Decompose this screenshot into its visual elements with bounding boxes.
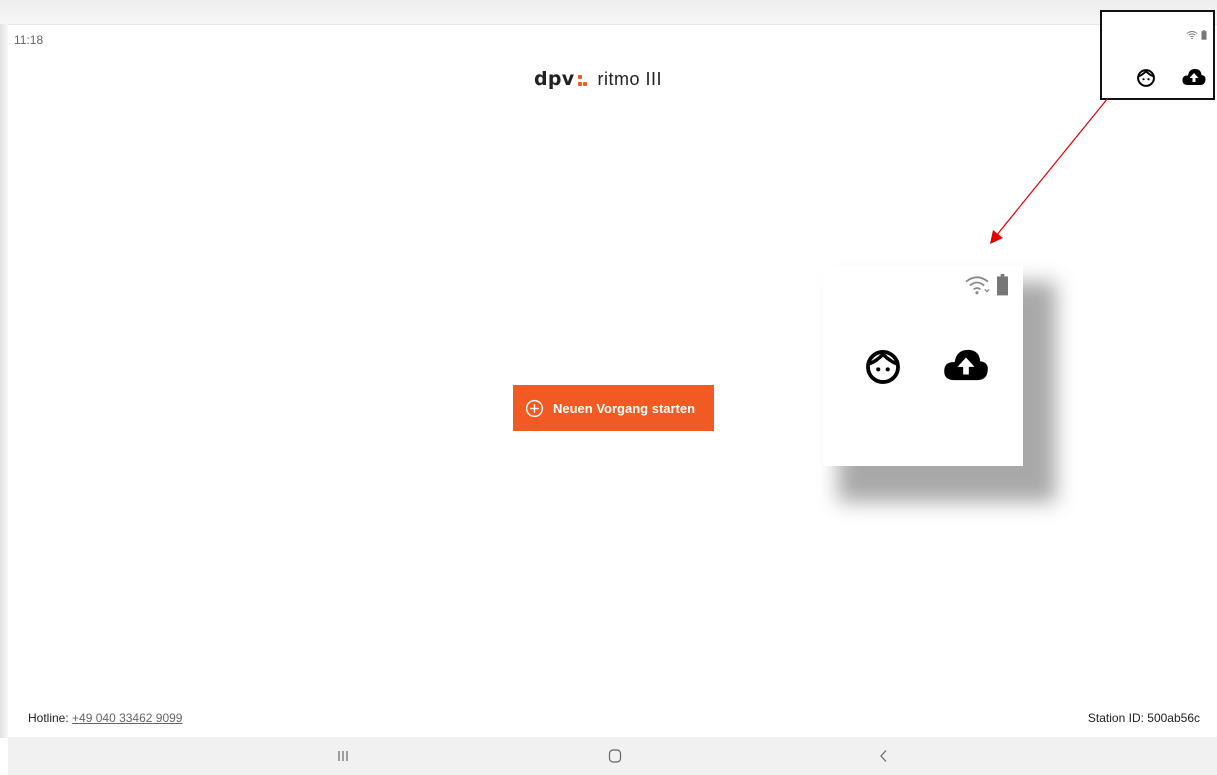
start-button-label: Neuen Vorgang starten [553, 400, 696, 416]
plus-circle-icon [525, 399, 544, 417]
start-new-process-button[interactable]: Neuen Vorgang starten [513, 385, 714, 431]
status-icons-small [1186, 30, 1207, 40]
frame-left-shadow [0, 24, 8, 738]
battery-icon [1201, 30, 1207, 40]
hotline-label: Hotline: [28, 711, 73, 725]
status-time: 11:18 [14, 33, 44, 47]
cloud-upload-icon [944, 349, 988, 381]
logo-dots-icon [576, 69, 588, 89]
frame-top-shadow [0, 0, 1217, 24]
header-action-icons-small [1136, 68, 1206, 88]
app-header: dpv ritmo III [534, 66, 662, 92]
face-icon[interactable] [1136, 68, 1156, 88]
hotline-number-link[interactable]: +49 040 33462 9099 [72, 711, 182, 725]
logo-text: dpv [534, 68, 575, 90]
battery-icon [997, 274, 1008, 296]
back-icon[interactable] [872, 745, 896, 767]
home-icon[interactable] [603, 745, 627, 767]
station-id: Station ID: 500ab56c [1087, 711, 1200, 725]
recent-apps-icon[interactable] [331, 745, 355, 767]
annotation-zoom-panel [823, 266, 1023, 466]
cloud-upload-icon[interactable] [1182, 68, 1206, 86]
hotline: Hotline: +49 040 33462 9099 [28, 711, 182, 725]
wifi-icon [1186, 31, 1198, 40]
annotation-highlight-box [1100, 10, 1215, 100]
android-nav-bar [8, 737, 1217, 775]
face-icon [866, 350, 900, 384]
status-icons-zoomed [963, 274, 1009, 296]
app-title: ritmo III [597, 68, 663, 89]
wifi-icon [965, 276, 990, 295]
